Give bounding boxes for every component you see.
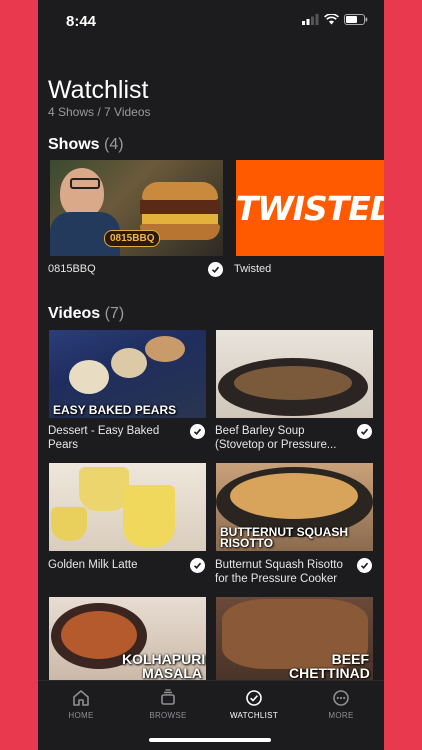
shows-heading-label: Shows: [48, 136, 100, 153]
burger-cheese: [142, 214, 218, 224]
status-time: 8:44: [66, 13, 97, 30]
home-indicator[interactable]: [149, 738, 271, 742]
tab-more[interactable]: MORE: [306, 689, 376, 720]
browse-icon: [161, 689, 175, 705]
tab-browse-label: BROWSE: [149, 711, 187, 720]
thumbnail-overlay-text: BEEF CHETTINAD: [289, 651, 370, 680]
tab-more-label: MORE: [328, 711, 354, 720]
show-label: Twisted: [234, 263, 272, 275]
tab-home[interactable]: HOME: [46, 689, 116, 720]
page-subtitle: 4 Shows / 7 Videos: [48, 105, 151, 119]
status-bar: 8:44: [38, 0, 384, 44]
home-icon: [73, 690, 89, 706]
shows-heading: Shows (4): [48, 136, 124, 154]
video-title: Dessert - Easy Baked Pears: [48, 425, 160, 451]
pear-shape: [145, 336, 185, 362]
soup-surface: [234, 366, 352, 400]
video-thumbnail[interactable]: EASY BAKED PEARS: [49, 330, 206, 418]
page-title: Watchlist: [48, 76, 149, 104]
battery-icon: [344, 14, 368, 25]
video-thumbnail[interactable]: KOLHAPURI MASALA: [49, 597, 206, 680]
thumbnail-overlay-text: KOLHAPURI MASALA: [122, 651, 206, 680]
latte-glass: [51, 507, 87, 541]
signal-icon: [302, 14, 319, 25]
host-face: [60, 168, 104, 218]
tab-home-label: HOME: [68, 711, 94, 720]
saved-check-icon[interactable]: [208, 262, 223, 277]
saved-check-icon[interactable]: [190, 558, 205, 573]
more-icon: [333, 690, 349, 706]
saved-check-icon[interactable]: [357, 424, 372, 439]
saved-check-icon[interactable]: [190, 424, 205, 439]
videos-heading: Videos (7): [48, 305, 124, 323]
video-thumbnail[interactable]: BEEF CHETTINAD: [216, 597, 373, 680]
show-logo-badge: 0815BBQ: [104, 230, 161, 247]
burger-bun-top: [142, 182, 218, 200]
video-title: Butternut Squash Risotto for the Pressur…: [215, 559, 343, 585]
show-thumbnail-twisted[interactable]: TWISTED: [236, 160, 384, 256]
pear-shape: [111, 348, 147, 378]
twisted-logo: TWISTED: [236, 188, 384, 228]
video-title: Beef Barley Soup (Stovetop or Pressure..…: [215, 425, 337, 451]
shows-count: (4): [104, 136, 124, 153]
show-label: 0815BBQ: [48, 263, 96, 275]
videos-count: (7): [104, 305, 125, 322]
video-thumbnail[interactable]: BUTTERNUT SQUASH RISOTTO: [216, 463, 373, 551]
show-thumbnail-0815bbq[interactable]: 0815BBQ: [50, 160, 223, 256]
video-title: Golden Milk Latte: [48, 559, 138, 571]
videos-heading-label: Videos: [48, 305, 101, 322]
risotto-surface: [230, 473, 358, 519]
wifi-icon: [324, 14, 339, 25]
tab-watchlist-label: WATCHLIST: [229, 711, 279, 720]
burger-patty: [140, 200, 220, 214]
tab-browse[interactable]: BROWSE: [133, 689, 203, 720]
latte-glass: [123, 485, 175, 547]
thumbnail-overlay-text: BUTTERNUT SQUASH RISOTTO: [220, 525, 348, 550]
watchlist-icon: [246, 690, 262, 706]
tab-watchlist[interactable]: WATCHLIST: [219, 689, 289, 720]
phone-screen: 8:44 Watchlist 4 Shows / 7 Videos Shows …: [38, 0, 384, 750]
thumbnail-overlay-text: EASY BAKED PEARS: [53, 403, 177, 417]
saved-check-icon[interactable]: [357, 558, 372, 573]
glasses-shape: [70, 178, 100, 189]
pear-shape: [69, 360, 109, 394]
video-thumbnail[interactable]: [49, 463, 206, 551]
latte-glass: [79, 467, 129, 511]
video-thumbnail[interactable]: [216, 330, 373, 418]
